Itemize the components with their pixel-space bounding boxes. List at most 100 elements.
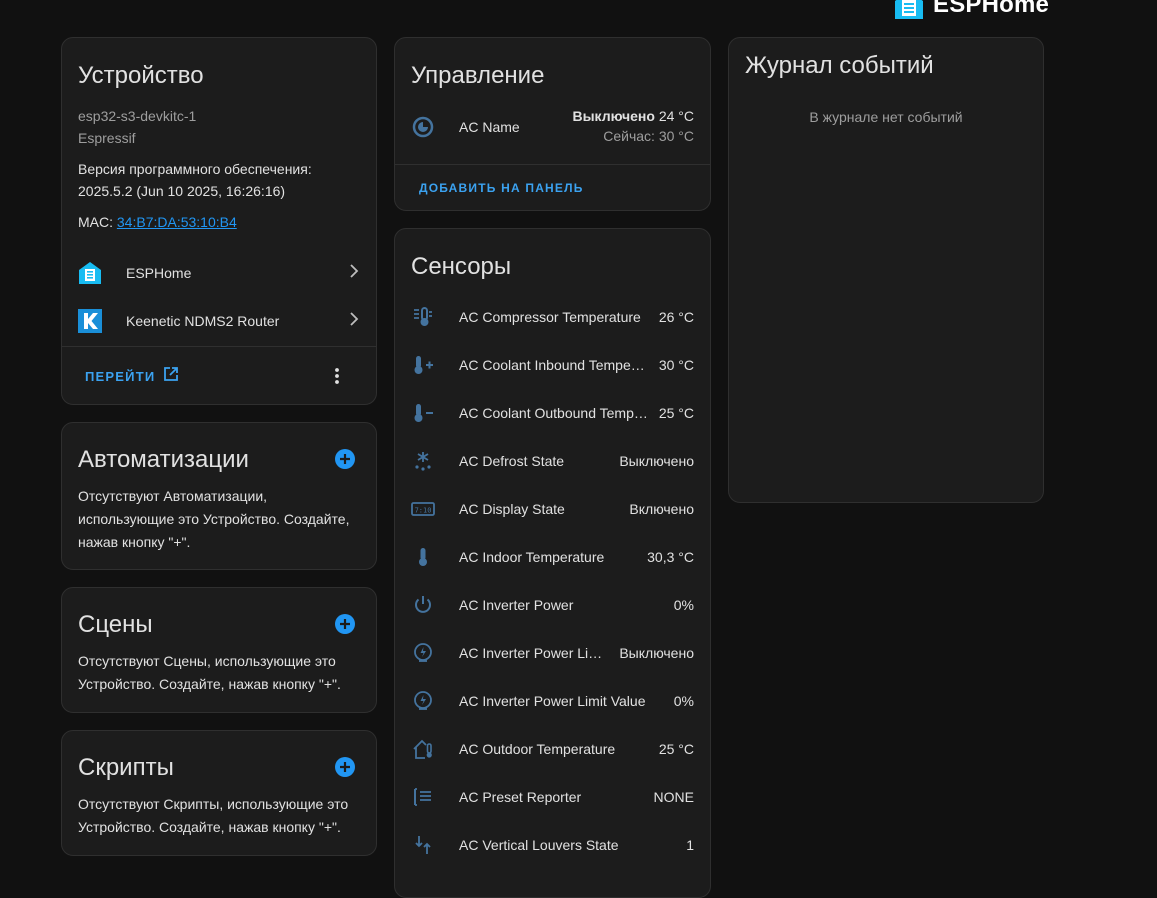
automations-title: Автоматизации (78, 446, 249, 473)
logbook-empty-text: В журнале нет событий (809, 109, 963, 125)
climate-current-temp: Сейчас: 30 °C (603, 128, 694, 144)
sensor-row[interactable]: AC Defrost State Выключено (411, 437, 694, 485)
integration-item-keenetic[interactable]: Keenetic NDMS2 Router (78, 297, 360, 345)
sensor-name: AC Defrost State (459, 453, 565, 469)
sensor-value: 0% (673, 693, 694, 709)
sensor-value: NONE (653, 789, 694, 805)
sensor-name: AC Compressor Temperature (459, 309, 641, 325)
climate-entity-name: AC Name (459, 119, 520, 135)
sensor-row[interactable]: AC Indoor Temperature 30,3 °C (411, 533, 694, 581)
sensor-name: AC Inverter Power Limit Value (459, 693, 646, 709)
sensor-row[interactable]: 7:10 AC Display State Включено (411, 485, 694, 533)
chevron-right-icon (348, 311, 360, 331)
climate-state: Выключено 24 °C Сейчас: 30 °C (572, 107, 694, 147)
sensor-row[interactable]: AC Outdoor Temperature 25 °C (411, 725, 694, 773)
sensor-value: 30 °C (658, 357, 694, 373)
visit-device-button[interactable]: Перейти (85, 366, 179, 387)
sensors-title: Сенсоры (411, 253, 512, 280)
mac-link[interactable]: 34:B7:DA:53:10:B4 (117, 214, 237, 230)
svg-text:7:10: 7:10 (415, 507, 432, 515)
sensor-name: AC Inverter Power (459, 597, 574, 613)
sensor-value: 26 °C (658, 309, 694, 325)
sensor-value: 25 °C (658, 405, 694, 421)
sensor-name: AC Display State (459, 501, 565, 517)
climate-entity-row[interactable]: AC Name Выключено 24 °C Сейчас: 30 °C (411, 104, 694, 150)
sensors-card: Сенсоры AC Compressor Temperature 26 °C … (394, 228, 711, 898)
dots-vertical-icon (327, 368, 347, 390)
sensor-value: Включено (629, 501, 694, 517)
home-thermometer-icon (411, 737, 435, 761)
integration-label: ESPHome (126, 265, 192, 281)
sensor-name: AC Vertical Louvers State (459, 837, 619, 853)
automations-card: Автоматизации Отсутствуют Автоматизации,… (61, 422, 377, 570)
chevron-right-icon (348, 263, 360, 283)
thermometer-icon (411, 545, 435, 569)
keenetic-icon (78, 309, 102, 333)
device-card-title: Устройство (78, 62, 204, 89)
logbook-title: Журнал событий (745, 52, 934, 79)
climate-hvac-state: Выключено (572, 108, 655, 124)
sensor-name: AC Indoor Temperature (459, 549, 605, 565)
controls-card: Управление AC Name Выключено 24 °C Сейча… (394, 37, 711, 211)
sensor-value: Выключено (619, 453, 694, 469)
scripts-card: Скрипты Отсутствуют Скрипты, использующи… (61, 730, 377, 856)
thermometer-plus-icon (411, 353, 435, 377)
sensor-row[interactable]: AC Inverter Power Limit Value 0% (411, 677, 694, 725)
scenes-title: Сцены (78, 611, 153, 638)
controls-title: Управление (411, 62, 545, 89)
mac-label: MAC: (78, 214, 117, 230)
integration-item-esphome[interactable]: ESPHome (78, 249, 360, 297)
gauge-flash-icon (411, 689, 435, 713)
app-brand: ESPHome (893, 0, 1049, 22)
sensor-value: 0% (673, 597, 694, 613)
device-manufacturer: Espressif (78, 130, 136, 146)
device-model: esp32-s3-devkitc-1 (78, 108, 197, 124)
firmware-label: Версия программного обеспечения: (78, 161, 312, 177)
sensor-value: Выключено (619, 645, 694, 661)
firmware-version: 2025.5.2 (Jun 10 2025, 16:26:16) (78, 183, 286, 199)
sensor-name: AC Preset Reporter (459, 789, 582, 805)
plus-icon (340, 619, 350, 629)
scenes-empty-text: Отсутствуют Сцены, использующие это Устр… (78, 653, 341, 692)
integration-label: Keenetic NDMS2 Router (126, 313, 280, 329)
sensor-row[interactable]: AC Coolant Outbound Temperature 25 °C (411, 389, 694, 437)
clock-digital-icon: 7:10 (411, 497, 435, 521)
card-divider (62, 346, 376, 347)
sensor-name: AC Coolant Outbound Temperature (459, 405, 659, 421)
gauge-flash-icon (411, 641, 435, 665)
automations-empty-text: Отсутствуют Автоматизации, использующие … (78, 488, 350, 550)
sensor-name: AC Coolant Inbound Temperature (459, 357, 659, 373)
add-scene-button[interactable] (335, 614, 355, 634)
air-conditioner-icon (411, 115, 435, 139)
logbook-card: Журнал событий В журнале нет событий (728, 37, 1044, 503)
sensor-row[interactable]: AC Inverter Power Limit State Выключено (411, 629, 694, 677)
sensor-value: 30,3 °C (647, 549, 694, 565)
sensor-row[interactable]: AC Preset Reporter NONE (411, 773, 694, 821)
climate-target-temp: 24 °C (658, 108, 694, 124)
sensor-row[interactable]: AC Coolant Inbound Temperature 30 °C (411, 341, 694, 389)
sensor-name: AC Outdoor Temperature (459, 741, 616, 757)
sensor-row[interactable]: AC Compressor Temperature 26 °C (411, 293, 694, 341)
plus-icon (340, 762, 350, 772)
swap-vertical-icon (411, 833, 435, 857)
sensor-value: 1 (686, 837, 694, 853)
more-options-button[interactable] (327, 366, 347, 386)
mac-address: MAC: 34:B7:DA:53:10:B4 (78, 211, 237, 234)
snowflake-melt-icon (411, 449, 435, 473)
add-script-button[interactable] (335, 757, 355, 777)
sensor-row[interactable]: AC Inverter Power 0% (411, 581, 694, 629)
sensor-row[interactable]: AC Vertical Louvers State 1 (411, 821, 694, 869)
card-divider (395, 164, 710, 165)
device-info-card: Устройство esp32-s3-devkitc-1 Espressif … (61, 37, 377, 405)
brand-name: ESPHome (933, 0, 1050, 18)
esphome-logo-icon (895, 0, 923, 19)
sensor-name: AC Inverter Power Limit State (459, 645, 620, 661)
open-in-new-icon (163, 366, 179, 387)
add-automation-button[interactable] (335, 449, 355, 469)
scripts-empty-text: Отсутствуют Скрипты, использующие это Ус… (78, 796, 349, 835)
format-list-icon (411, 785, 435, 809)
add-to-dashboard-button[interactable]: Добавить на панель (419, 181, 584, 195)
esphome-icon (78, 261, 102, 285)
thermometer-lines-icon (411, 305, 435, 329)
scenes-card: Сцены Отсутствуют Сцены, использующие эт… (61, 587, 377, 713)
